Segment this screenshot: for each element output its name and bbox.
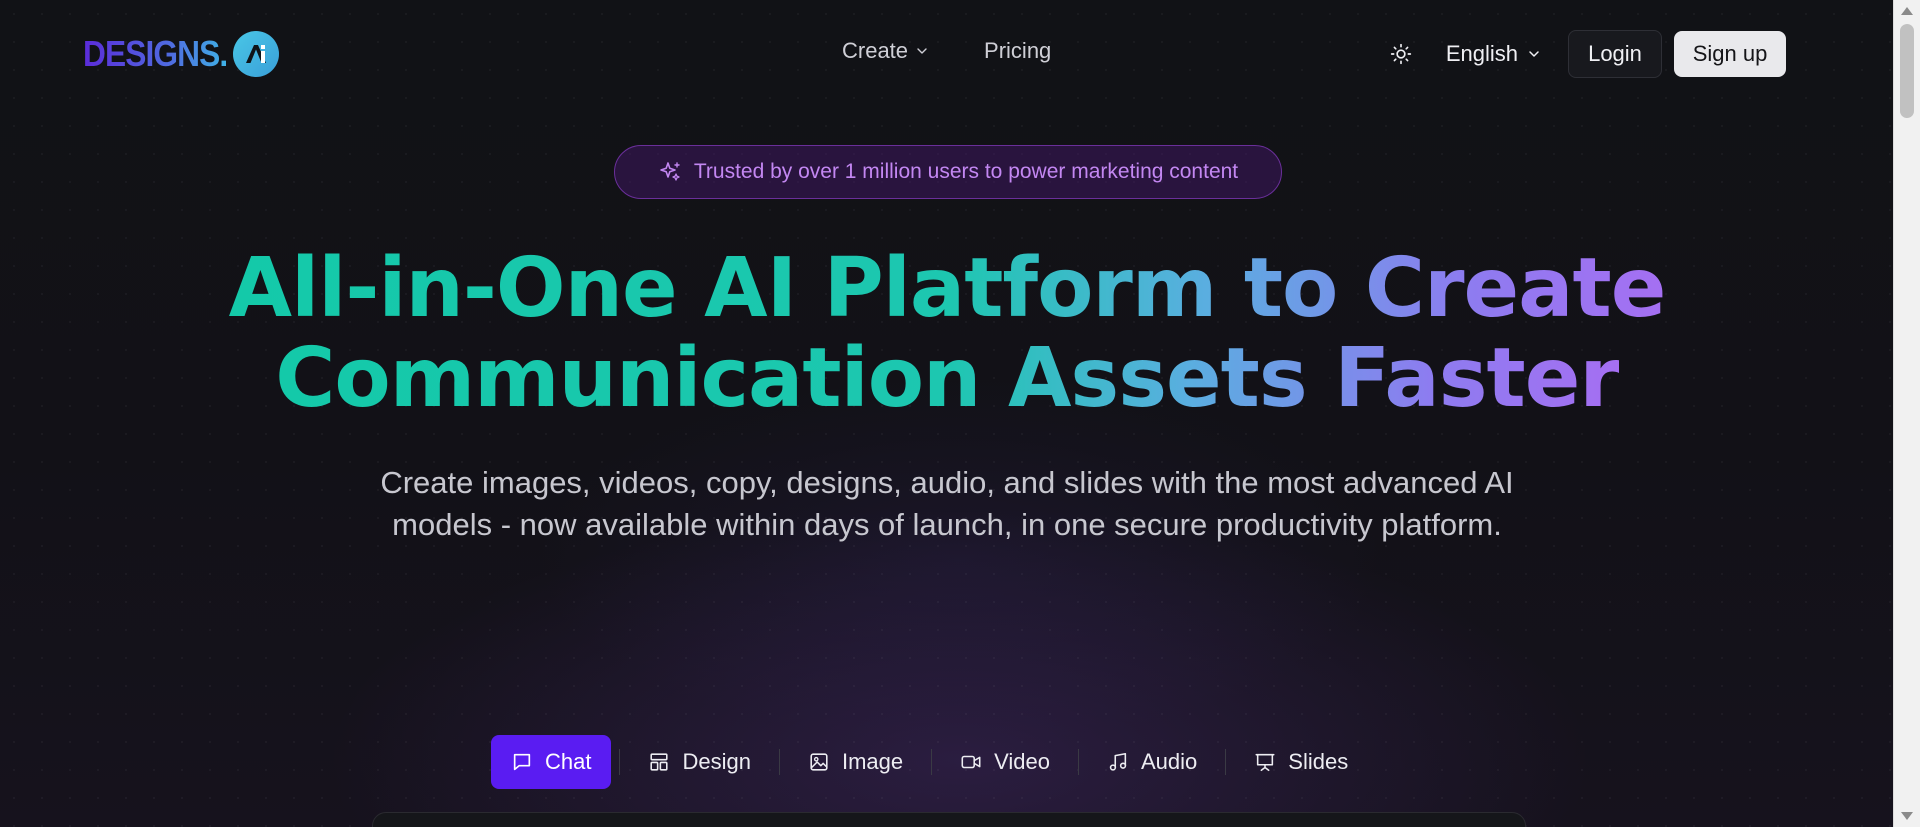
hero-headline-line-2: Communication Assets Faster xyxy=(275,331,1620,426)
nav-create-label: Create xyxy=(842,38,909,63)
scroll-up-arrow-icon[interactable] xyxy=(1901,7,1913,15)
theme-toggle-button[interactable] xyxy=(1386,39,1416,69)
scroll-down-arrow-icon[interactable] xyxy=(1901,812,1913,820)
landing-page: DESIGNS. Create Pricing English Login Si… xyxy=(0,0,1920,827)
image-icon xyxy=(808,751,830,773)
tab-chat-label: Chat xyxy=(545,749,592,774)
tab-image[interactable]: Image xyxy=(788,735,923,789)
tab-divider xyxy=(619,749,621,775)
header-actions: English Login Sign up xyxy=(1386,30,1786,78)
layout-icon xyxy=(648,751,670,773)
tab-slides[interactable]: Slides xyxy=(1234,735,1368,789)
signup-button[interactable]: Sign up xyxy=(1674,31,1786,77)
presentation-icon xyxy=(1254,751,1276,773)
tab-divider xyxy=(931,749,933,775)
creation-tabs: Chat Design Image Video Audio Slides xyxy=(491,735,1368,789)
scroll-thumb[interactable] xyxy=(1900,24,1914,118)
tab-audio[interactable]: Audio xyxy=(1087,735,1217,789)
tab-divider xyxy=(778,749,780,775)
tab-audio-label: Audio xyxy=(1141,749,1198,774)
video-icon xyxy=(960,751,982,773)
ai-logo-icon xyxy=(246,45,267,63)
site-header: DESIGNS. Create Pricing English Login Si… xyxy=(0,0,1894,110)
sparkles-icon xyxy=(660,162,680,181)
tab-video[interactable]: Video xyxy=(940,735,1070,789)
tab-image-label: Image xyxy=(841,749,904,774)
hero-headline-line-1: All-in-One AI Platform to Create xyxy=(228,241,1667,336)
tab-divider xyxy=(1078,749,1079,775)
main-nav: Create Pricing xyxy=(842,38,1051,64)
tab-divider xyxy=(1225,749,1227,775)
sun-icon xyxy=(1390,43,1412,65)
chevron-down-icon xyxy=(1529,51,1539,57)
trust-badge-text: Trusted by over 1 million users to power… xyxy=(693,160,1239,183)
tab-chat[interactable]: Chat xyxy=(491,735,612,789)
music-icon xyxy=(1107,751,1129,773)
tab-design-label: Design xyxy=(682,749,751,774)
language-selector[interactable]: English xyxy=(1446,41,1540,67)
language-label: English xyxy=(1445,41,1518,66)
brand-wordmark: DESIGNS. xyxy=(83,33,228,74)
page-scrollbar[interactable] xyxy=(1893,0,1920,827)
chat-icon xyxy=(511,751,533,773)
tab-video-label: Video xyxy=(994,749,1050,774)
brand-ai-badge xyxy=(233,31,280,77)
nav-pricing-label: Pricing xyxy=(984,38,1052,63)
tab-slides-label: Slides xyxy=(1288,749,1349,774)
trust-badge: Trusted by over 1 million users to power… xyxy=(614,145,1282,199)
prompt-panel[interactable] xyxy=(372,812,1526,827)
brand-logo[interactable]: DESIGNS. xyxy=(83,29,280,79)
tab-design[interactable]: Design xyxy=(628,735,770,789)
login-button[interactable]: Login xyxy=(1568,30,1662,78)
chevron-down-icon xyxy=(917,48,927,54)
nav-create[interactable]: Create xyxy=(842,38,928,64)
nav-pricing[interactable]: Pricing xyxy=(984,38,1051,64)
hero-headline: All-in-One AI Platform to Create Communi… xyxy=(0,244,1894,424)
hero-subheadline: Create images, videos, copy, designs, au… xyxy=(380,465,1514,542)
